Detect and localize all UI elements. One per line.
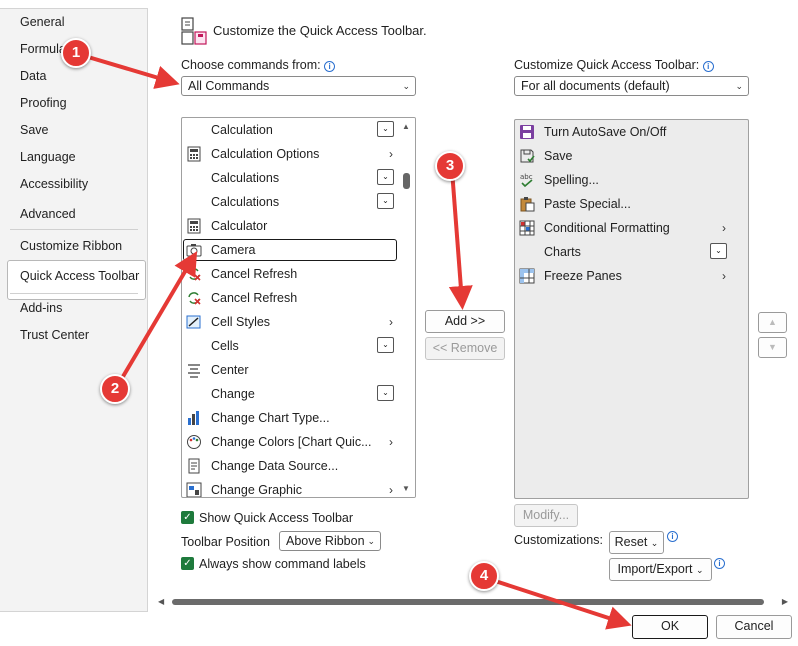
annotation-marker-1: 1	[61, 38, 91, 68]
annotation-marker-3: 3	[435, 151, 465, 181]
arrow-3	[448, 169, 473, 310]
annotation-marker-2: 2	[100, 374, 130, 404]
arrow-1	[77, 52, 180, 89]
annotation-marker-4: 4	[469, 561, 499, 591]
arrow-2	[116, 251, 198, 387]
arrow-4	[485, 576, 632, 630]
annotation-arrows	[77, 52, 632, 630]
